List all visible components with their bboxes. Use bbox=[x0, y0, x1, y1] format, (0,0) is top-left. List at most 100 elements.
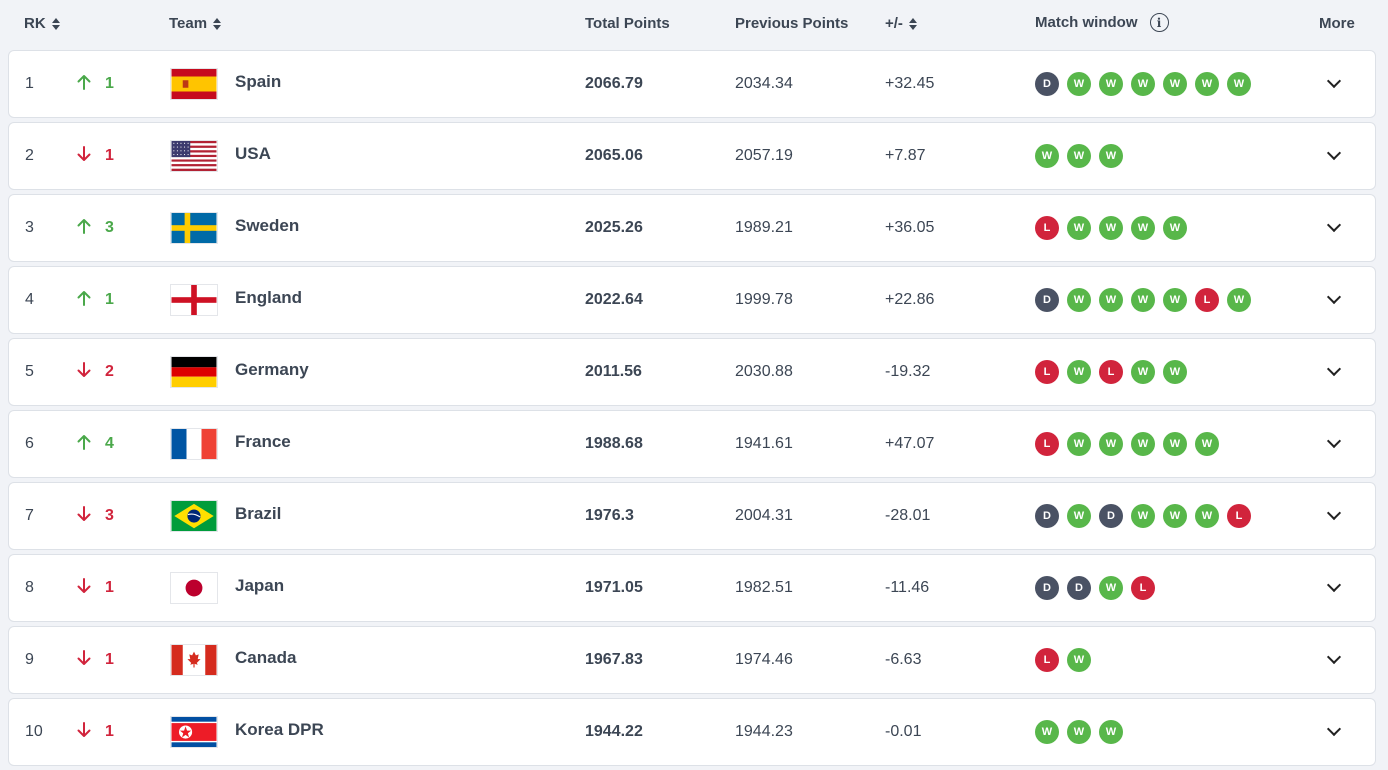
table-row[interactable]: 6 4 France 1988.68 1941.61 +47.07 LWWWWW bbox=[8, 410, 1376, 478]
rank: 10 bbox=[25, 723, 43, 740]
result-badge: W bbox=[1067, 72, 1091, 96]
result-badge: W bbox=[1099, 72, 1123, 96]
arrow-up-icon bbox=[77, 218, 91, 239]
result-badge: W bbox=[1099, 144, 1123, 168]
expand-button[interactable] bbox=[1326, 411, 1342, 477]
points-diff: +32.45 bbox=[885, 75, 935, 92]
table-row[interactable]: 3 3 Sweden 2025.26 1989.21 +36.05 LWWWW bbox=[8, 194, 1376, 262]
table-header: RK Team Total Points Previous Points +/-… bbox=[0, 0, 1388, 46]
rk-column-header[interactable]: RK bbox=[24, 15, 60, 32]
result-badge: W bbox=[1163, 360, 1187, 384]
table-row[interactable]: 4 1 England 2022.64 1999.78 +22.86 DWWWW… bbox=[8, 266, 1376, 334]
result-badge: W bbox=[1099, 720, 1123, 744]
result-badge: D bbox=[1035, 288, 1059, 312]
total-points: 1988.68 bbox=[585, 435, 643, 452]
more-header: More bbox=[1319, 15, 1355, 32]
table-row[interactable]: 5 2 Germany 2011.56 2030.88 -19.32 LWLWW bbox=[8, 338, 1376, 406]
sort-icon[interactable] bbox=[213, 17, 222, 30]
result-badge: W bbox=[1067, 432, 1091, 456]
result-badge: D bbox=[1099, 504, 1123, 528]
previous-points: 1944.23 bbox=[735, 723, 793, 740]
previous-points: 2057.19 bbox=[735, 147, 793, 164]
result-badge: W bbox=[1067, 144, 1091, 168]
team-name[interactable]: USA bbox=[235, 121, 271, 187]
chevron-down-icon bbox=[1326, 433, 1342, 449]
result-badge: W bbox=[1035, 144, 1059, 168]
result-badge: L bbox=[1195, 288, 1219, 312]
expand-button[interactable] bbox=[1326, 195, 1342, 261]
team-name[interactable]: Germany bbox=[235, 337, 309, 403]
team-name[interactable]: Korea DPR bbox=[235, 697, 324, 763]
table-row[interactable]: 2 1 USA 2065.06 2057.19 +7.87 WWW bbox=[8, 122, 1376, 190]
team-name[interactable]: Sweden bbox=[235, 193, 299, 259]
window-header-label: Match window bbox=[1035, 14, 1138, 31]
expand-button[interactable] bbox=[1326, 699, 1342, 765]
team-column-header[interactable]: Team bbox=[169, 15, 222, 32]
result-badge: W bbox=[1195, 432, 1219, 456]
arrow-down-icon bbox=[77, 577, 91, 599]
sort-icon[interactable] bbox=[908, 17, 917, 30]
expand-button[interactable] bbox=[1326, 123, 1342, 189]
team-name[interactable]: Japan bbox=[235, 553, 284, 619]
match-window: LWLWW bbox=[1035, 339, 1187, 405]
arrow-up-icon bbox=[77, 434, 91, 455]
result-badge: D bbox=[1035, 504, 1059, 528]
match-window: WWW bbox=[1035, 123, 1123, 189]
rank-change-value: 1 bbox=[105, 291, 114, 308]
result-badge: W bbox=[1131, 360, 1155, 384]
table-row[interactable]: 1 1 Spain 2066.79 2034.34 +32.45 DWWWWWW bbox=[8, 50, 1376, 118]
arrow-down-icon bbox=[77, 649, 91, 671]
rank: 3 bbox=[25, 219, 34, 236]
rank-change-value: 4 bbox=[105, 435, 114, 452]
result-badge: L bbox=[1131, 576, 1155, 600]
rank-change-value: 1 bbox=[105, 651, 114, 668]
arrow-down-icon bbox=[77, 145, 91, 167]
expand-button[interactable] bbox=[1326, 339, 1342, 405]
previous-points: 1982.51 bbox=[735, 579, 793, 596]
points-diff: -28.01 bbox=[885, 507, 931, 524]
result-badge: W bbox=[1131, 288, 1155, 312]
result-badge: W bbox=[1035, 720, 1059, 744]
table-row[interactable]: 9 1 Canada 1967.83 1974.46 -6.63 LW bbox=[8, 626, 1376, 694]
result-badge: L bbox=[1035, 216, 1059, 240]
total-points: 1971.05 bbox=[585, 579, 643, 596]
info-icon[interactable]: i bbox=[1149, 13, 1169, 32]
rank: 8 bbox=[25, 579, 34, 596]
team-name[interactable]: France bbox=[235, 409, 291, 475]
previous-points: 2004.31 bbox=[735, 507, 793, 524]
points-diff: +47.07 bbox=[885, 435, 935, 452]
table-row[interactable]: 8 1 Japan 1971.05 1982.51 -11.46 DDWL bbox=[8, 554, 1376, 622]
rk-header-label: RK bbox=[24, 15, 46, 32]
match-window: LWWWWW bbox=[1035, 411, 1219, 477]
sort-icon[interactable] bbox=[51, 17, 60, 30]
points-diff: -11.46 bbox=[885, 579, 930, 596]
team-name[interactable]: England bbox=[235, 265, 302, 331]
diff-column-header[interactable]: +/- bbox=[885, 15, 917, 32]
chevron-down-icon bbox=[1326, 289, 1342, 305]
expand-button[interactable] bbox=[1326, 483, 1342, 549]
chevron-down-icon bbox=[1326, 145, 1342, 161]
expand-button[interactable] bbox=[1326, 51, 1342, 117]
team-name[interactable]: Brazil bbox=[235, 481, 281, 547]
result-badge: W bbox=[1067, 648, 1091, 672]
table-row[interactable]: 7 3 Brazil 1976.3 2004.31 -28.01 DWDWWWL bbox=[8, 482, 1376, 550]
rank-change-value: 2 bbox=[105, 363, 114, 380]
result-badge: W bbox=[1067, 216, 1091, 240]
points-diff: +36.05 bbox=[885, 219, 935, 236]
total-points: 2066.79 bbox=[585, 75, 643, 92]
team-name[interactable]: Spain bbox=[235, 49, 281, 115]
ranking-table: 1 1 Spain 2066.79 2034.34 +32.45 DWWWWWW… bbox=[8, 50, 1376, 770]
team-name[interactable]: Canada bbox=[235, 625, 296, 691]
result-badge: W bbox=[1067, 288, 1091, 312]
table-row[interactable]: 10 1 Korea DPR 1944.22 1944.23 -0.01 WWW bbox=[8, 698, 1376, 766]
expand-button[interactable] bbox=[1326, 267, 1342, 333]
rank: 9 bbox=[25, 651, 34, 668]
expand-button[interactable] bbox=[1326, 555, 1342, 621]
total-points: 1976.3 bbox=[585, 507, 634, 524]
expand-button[interactable] bbox=[1326, 627, 1342, 693]
total-points: 1944.22 bbox=[585, 723, 643, 740]
result-badge: D bbox=[1067, 576, 1091, 600]
rank-change: 1 bbox=[77, 51, 114, 117]
points-diff: -0.01 bbox=[885, 723, 922, 740]
previous-points: 1989.21 bbox=[735, 219, 793, 236]
